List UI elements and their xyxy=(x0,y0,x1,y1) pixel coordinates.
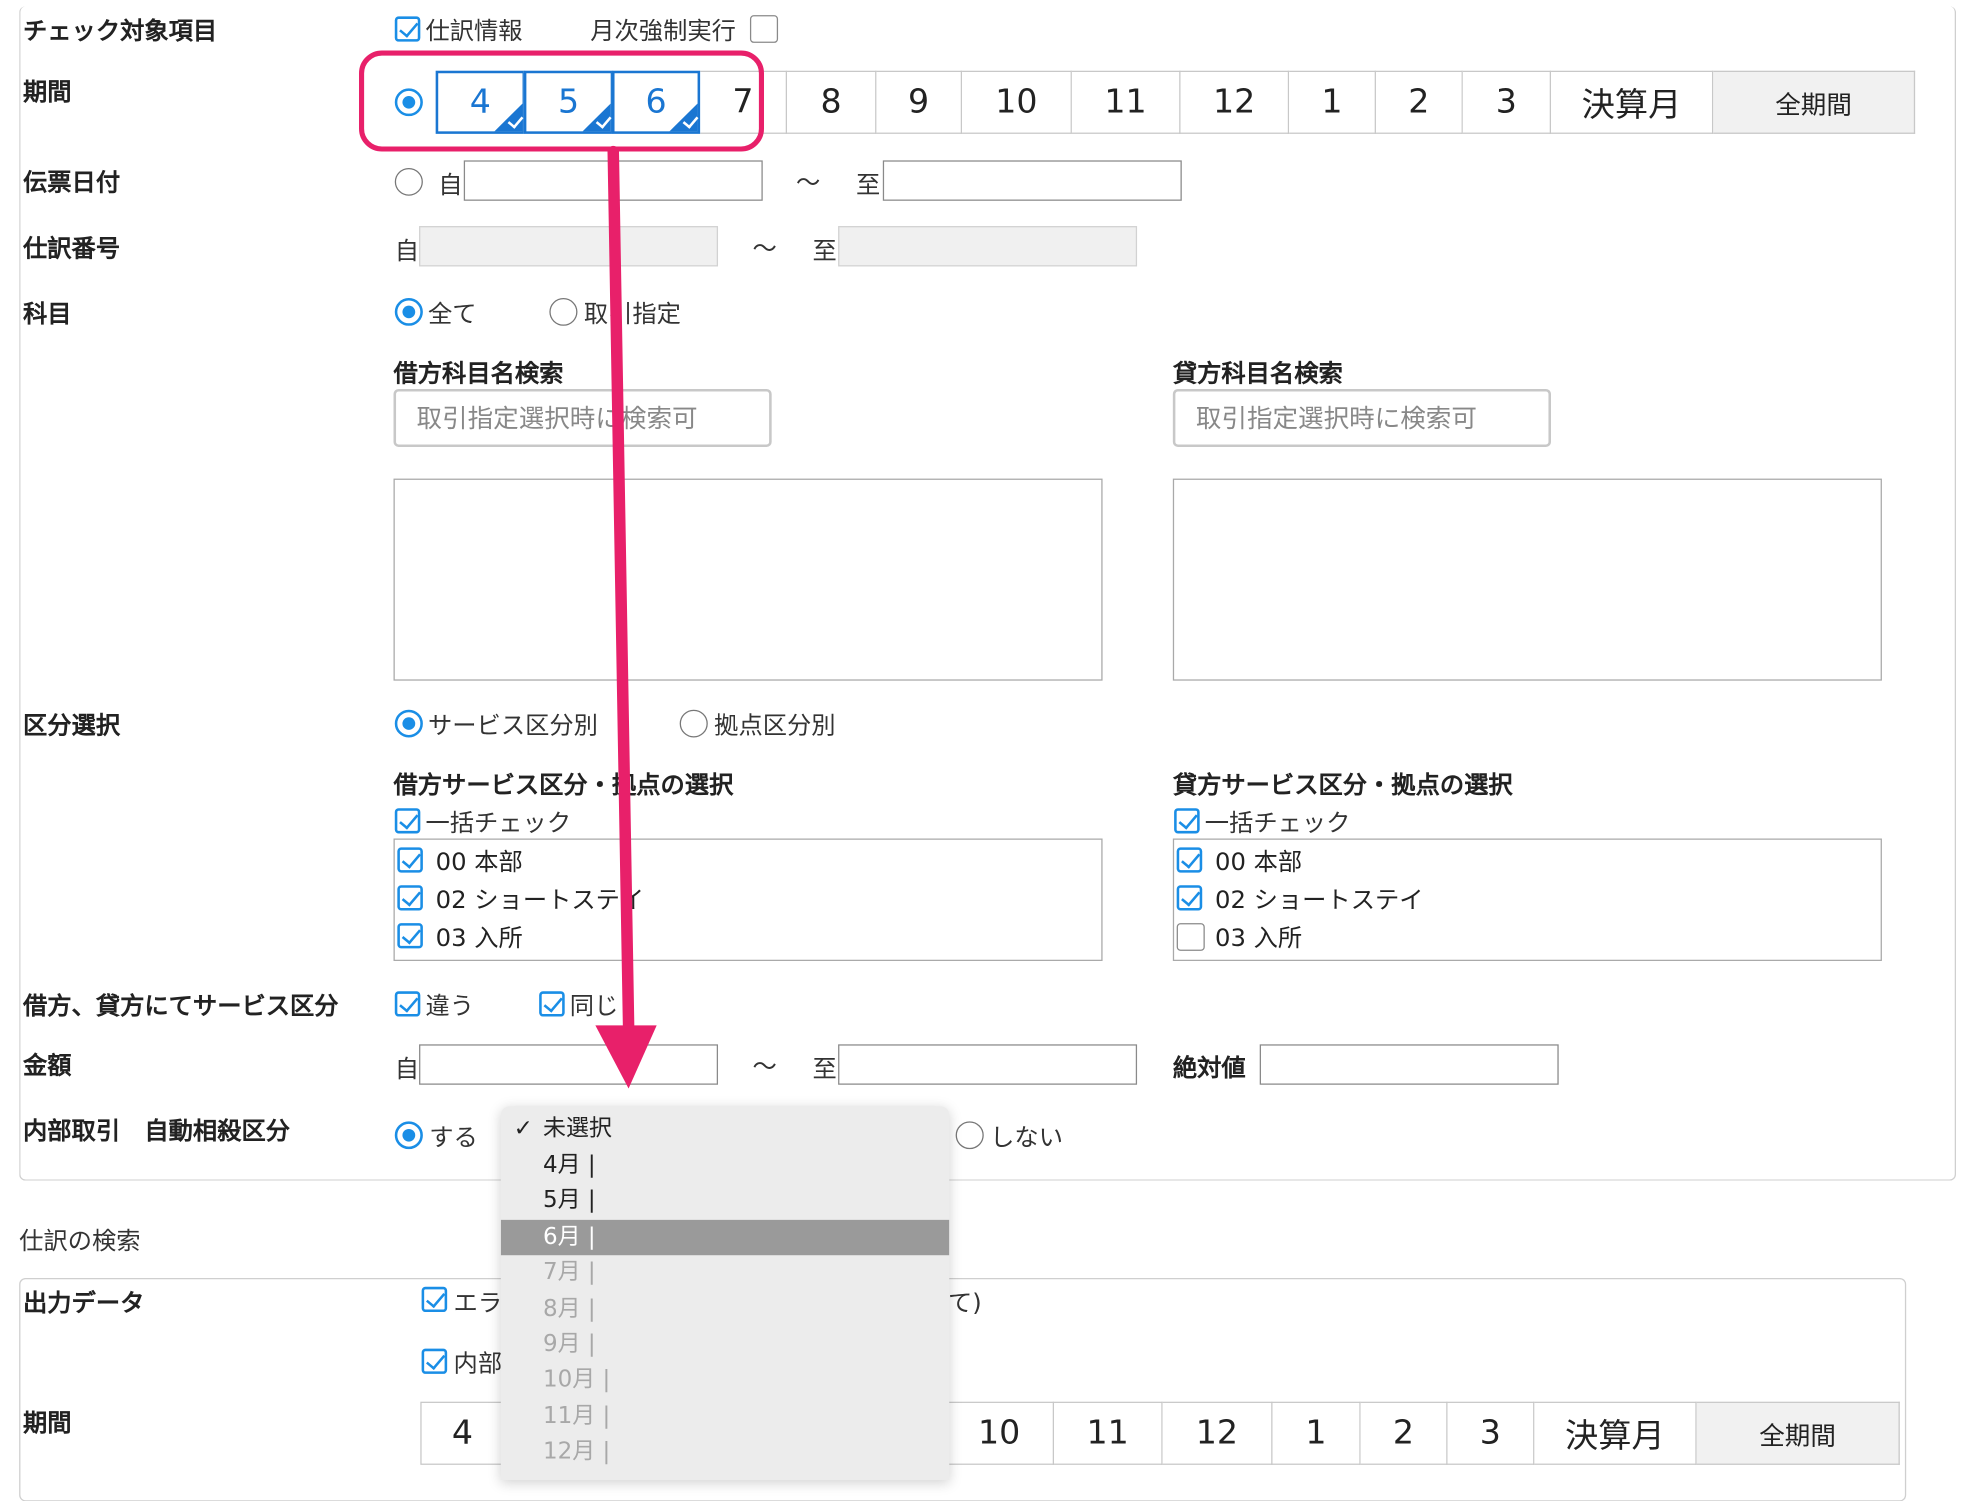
journal-check-form: チェック対象項目 仕訳情報 月次強制実行 期間 4 5 6 7 8 9 10 1… xyxy=(0,0,1988,1501)
annotation-arrow-icon xyxy=(595,145,657,1089)
